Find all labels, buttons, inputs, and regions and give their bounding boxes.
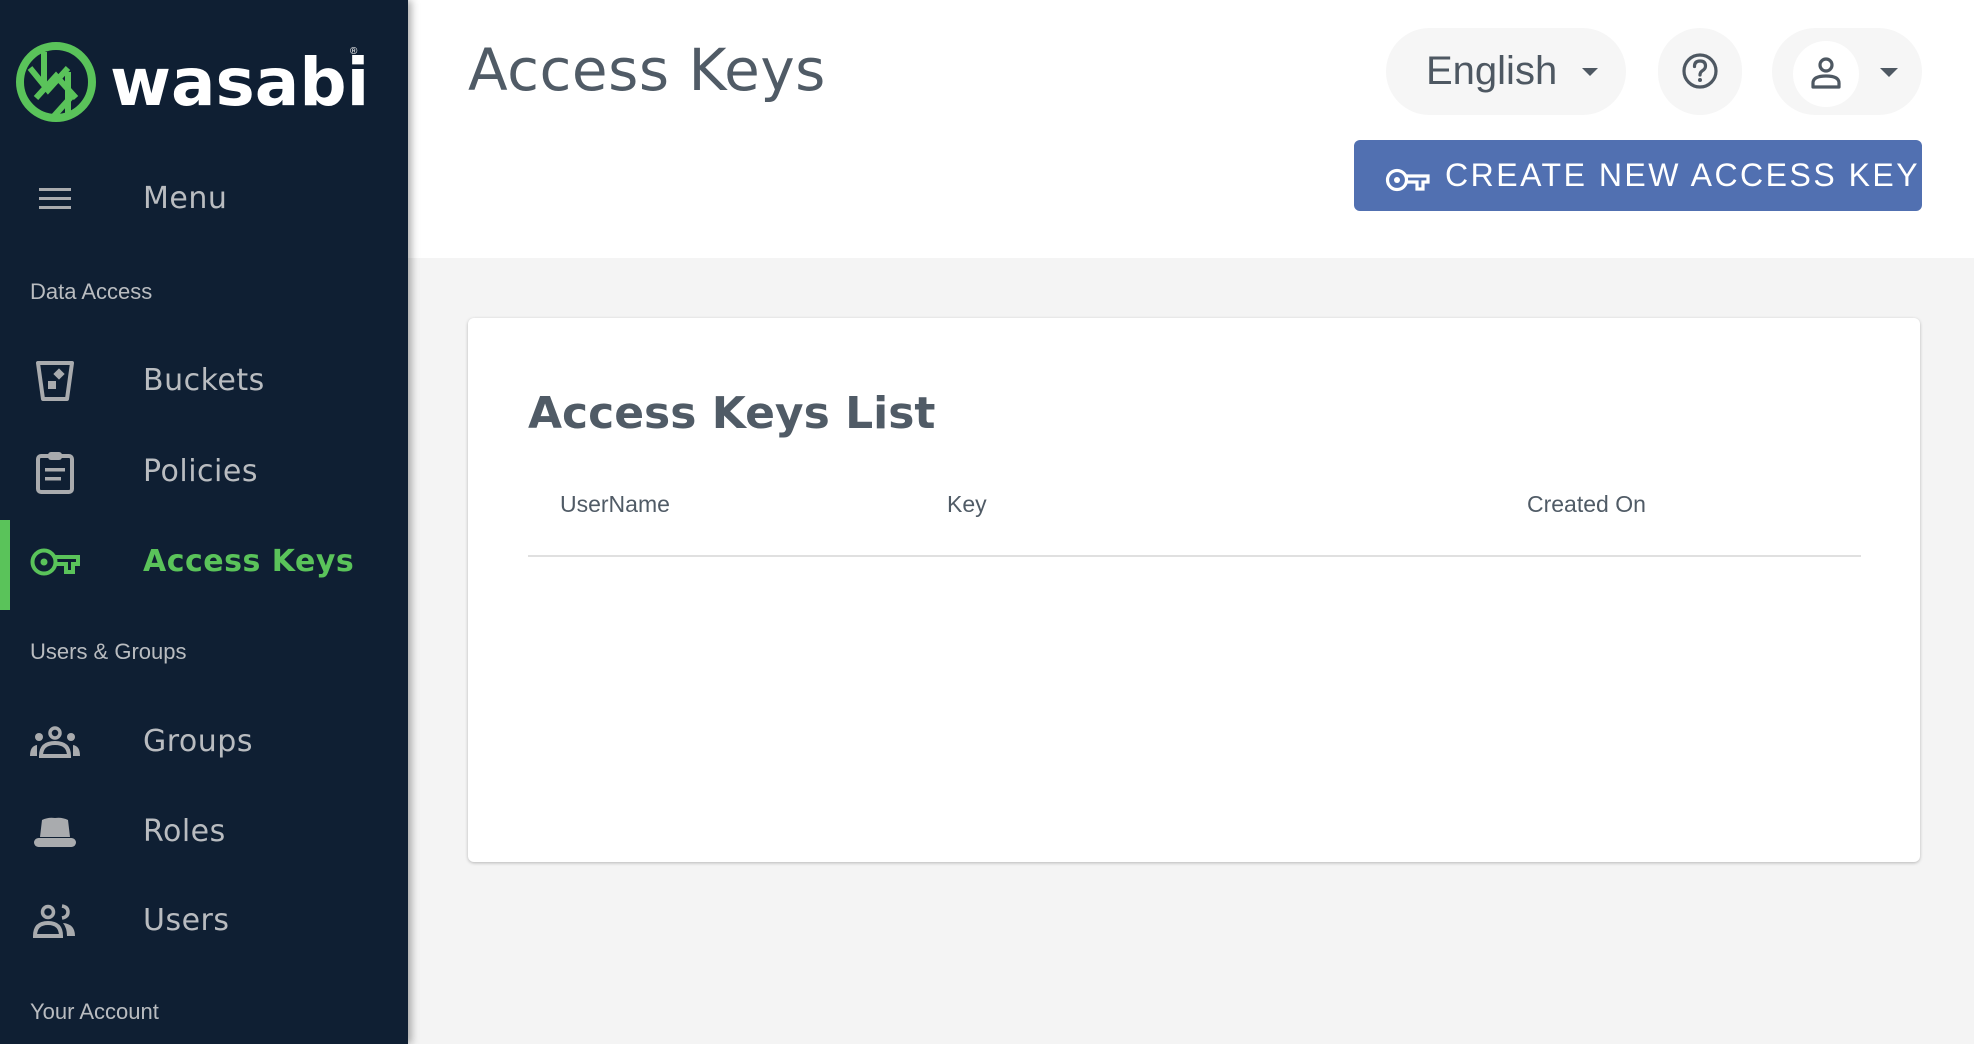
users-icon	[28, 901, 82, 941]
menu-toggle[interactable]: Menu	[0, 159, 408, 239]
caret-down-icon	[1582, 68, 1598, 76]
create-button-label: CREATE NEW ACCESS KEY	[1445, 157, 1921, 193]
key-icon	[1385, 168, 1430, 192]
active-indicator	[0, 520, 10, 610]
avatar	[1793, 41, 1859, 107]
sidebar-item-access-keys[interactable]: Access Keys	[0, 520, 408, 610]
page-header: Access Keys English CREATE NEW ACCESS KE…	[408, 0, 1974, 258]
sidebar-item-label: Access Keys	[143, 544, 355, 579]
sidebar-item-users[interactable]: Users	[0, 881, 408, 961]
card-title: Access Keys List	[528, 388, 936, 439]
key-icon	[28, 542, 82, 582]
user-menu[interactable]	[1772, 28, 1922, 115]
page-title: Access Keys	[468, 36, 826, 104]
language-selector[interactable]: English	[1386, 28, 1626, 115]
bucket-icon	[28, 361, 82, 401]
groups-icon	[28, 722, 82, 762]
help-button[interactable]	[1658, 28, 1742, 115]
column-header-username[interactable]: UserName	[560, 488, 670, 520]
caret-down-icon	[1880, 68, 1898, 77]
wasabi-logo[interactable]: wasabi ®	[14, 40, 369, 126]
registered-mark: ®	[350, 46, 358, 57]
clipboard-icon	[28, 452, 82, 494]
hat-icon	[28, 812, 82, 852]
sidebar-item-buckets[interactable]: Buckets	[0, 341, 408, 421]
sidebar-item-label: Buckets	[143, 363, 265, 398]
table-header-divider	[528, 555, 1861, 557]
section-label-data-access: Data Access	[30, 279, 153, 304]
create-new-access-key-button[interactable]: CREATE NEW ACCESS KEY	[1354, 140, 1922, 211]
wasabi-logo-icon	[16, 42, 96, 122]
hamburger-icon	[28, 179, 82, 219]
menu-label: Menu	[143, 181, 228, 216]
sidebar-item-label: Users	[143, 903, 230, 938]
sidebar-item-label: Policies	[143, 454, 258, 489]
sidebar-item-groups[interactable]: Groups	[0, 702, 408, 782]
sidebar: wasabi ® Menu Data Access Buckets Polici…	[0, 0, 408, 1044]
section-label-your-account: Your Account	[30, 999, 159, 1024]
sidebar-item-label: Roles	[143, 814, 226, 849]
help-circle-icon	[1682, 53, 1718, 89]
language-label: English	[1426, 49, 1558, 93]
access-keys-list-card: Access Keys List UserName Key Created On	[468, 318, 1920, 862]
column-header-created-on[interactable]: Created On	[1527, 488, 1646, 520]
sidebar-item-roles[interactable]: Roles	[0, 792, 408, 872]
person-icon	[1811, 57, 1841, 89]
section-label-users-groups: Users & Groups	[30, 639, 187, 664]
brand-name: wasabi	[110, 44, 370, 121]
sidebar-item-policies[interactable]: Policies	[0, 432, 408, 512]
column-header-key[interactable]: Key	[947, 488, 987, 520]
sidebar-item-label: Groups	[143, 724, 253, 759]
